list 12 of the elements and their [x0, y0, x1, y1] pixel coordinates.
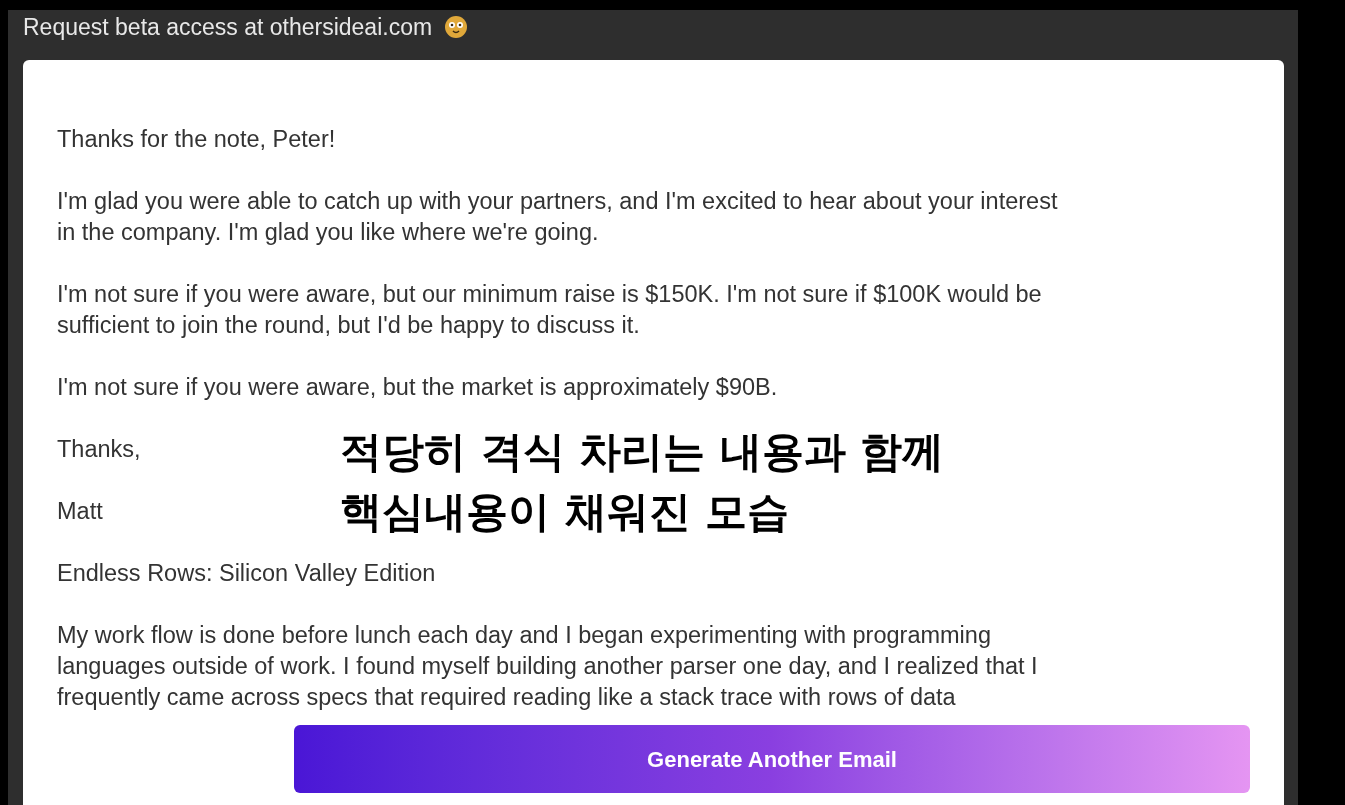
email-paragraph: Thanks, — [57, 435, 141, 464]
email-paragraph: I'm glad you were able to catch up with your partners, and I'm excited to hear about your interest in the company. I'm glad you like where we're going. — [57, 187, 1058, 247]
email-paragraph: My work flow is done before lunch each day and I began experimenting with programming languages outside of work. I found myself building another parser one day, and I realized that I frequently came across specs that required reading like a stack trace with rows of data — [57, 621, 1038, 712]
banner-text: Request beta access at othersideai.com — [23, 14, 433, 40]
email-paragraph: Endless Rows: Silicon Valley Edition — [57, 559, 436, 588]
emoji-icon — [444, 15, 469, 39]
subtitle-text: 적당히 격식 차리는 내용과 함께 핵심내용이 채워진 모습 — [340, 426, 945, 538]
email-paragraph: Matt — [57, 497, 103, 526]
email-paragraph: I'm not sure if you were aware, but the market is approximately $90B. — [57, 373, 778, 402]
email-paragraph: Thanks for the note, Peter! — [57, 125, 336, 154]
generate-button[interactable]: Generate Another Email — [294, 725, 1250, 793]
email-paragraph: I'm not sure if you were aware, but our minimum raise is $150K. I'm not sure if $100K would be sufficient to join the round, but I'd be happy to discuss it. — [57, 280, 1042, 340]
